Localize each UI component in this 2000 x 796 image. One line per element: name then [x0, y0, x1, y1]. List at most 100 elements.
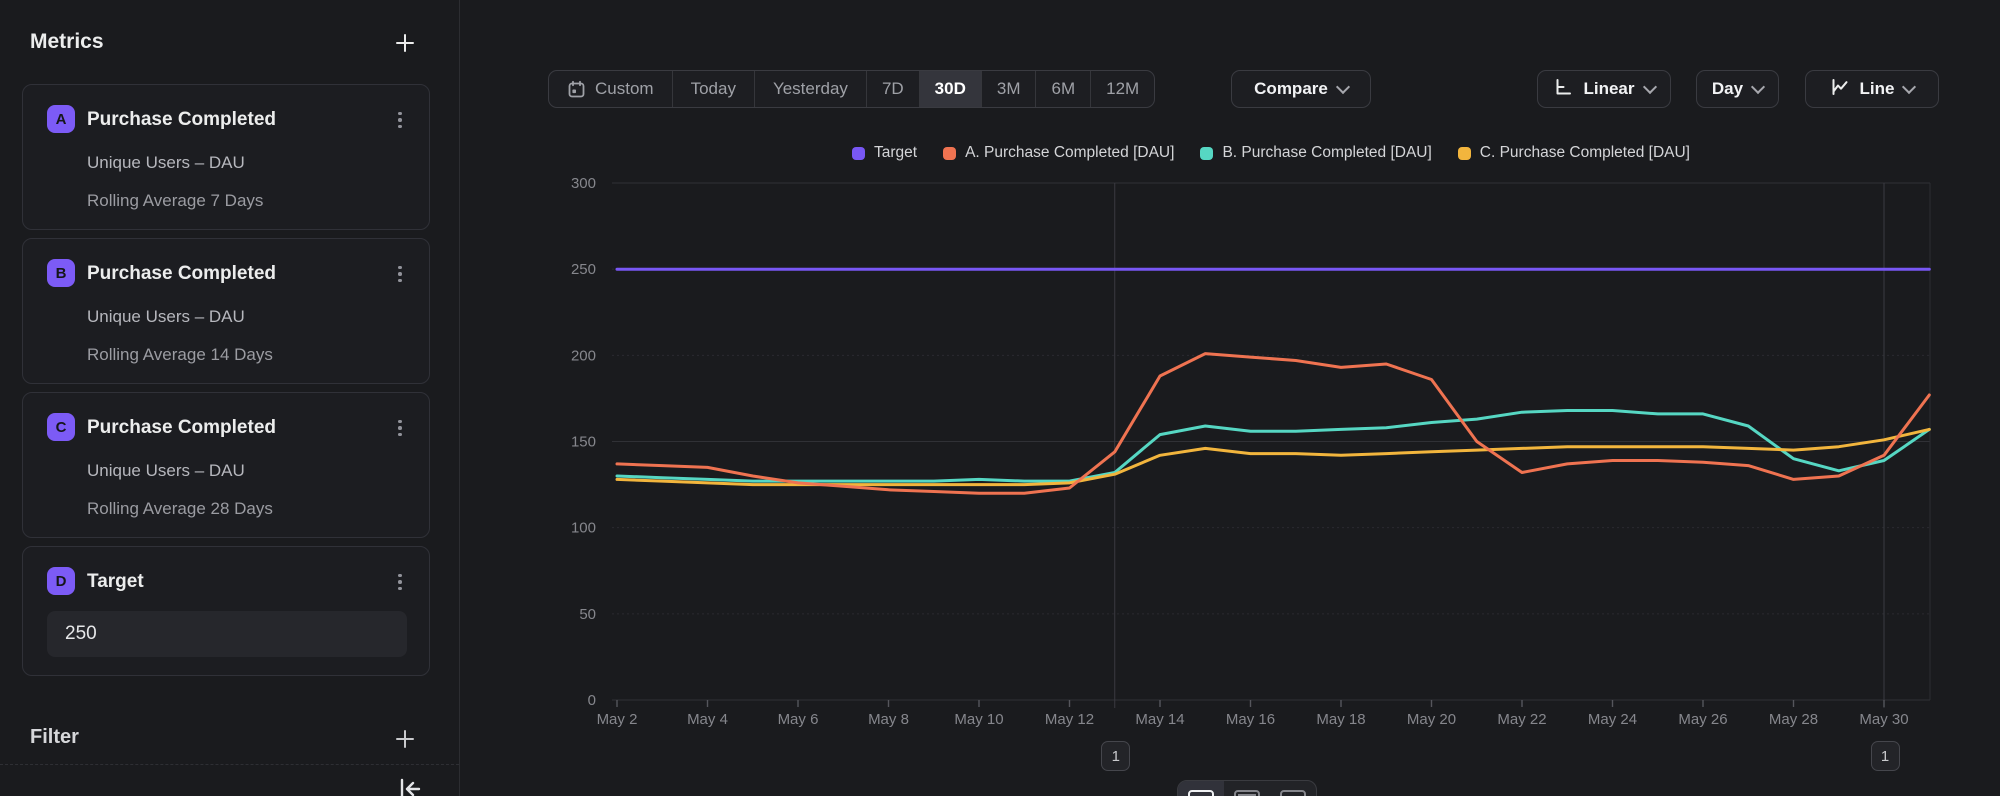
annotation-badge[interactable]: 1	[1871, 741, 1900, 771]
y-axis-tick-label: 200	[571, 347, 596, 364]
layout-option-table[interactable]	[1270, 781, 1316, 796]
date-range-label: Today	[691, 79, 736, 99]
layout-option-chart[interactable]	[1178, 781, 1224, 796]
metric-rolling-average: Rolling Average 7 Days	[87, 191, 263, 211]
x-axis-tick-label: May 28	[1769, 711, 1818, 728]
collapse-sidebar-button[interactable]	[394, 774, 428, 796]
kebab-menu-icon[interactable]	[389, 261, 411, 287]
x-axis-tick-label: May 14	[1135, 711, 1184, 728]
sidebar: Metrics APurchase CompletedUnique Users …	[0, 0, 460, 796]
compare-label: Compare	[1254, 79, 1328, 99]
metric-title: Purchase Completed	[87, 417, 276, 439]
y-axis-tick-label: 0	[588, 692, 596, 709]
interval-label: Day	[1712, 79, 1743, 99]
kebab-menu-icon[interactable]	[389, 107, 411, 133]
date-range-yesterday[interactable]: Yesterday	[754, 71, 866, 107]
metric-measure: Unique Users – DAU	[87, 461, 245, 481]
date-range-label: 7D	[882, 79, 904, 99]
date-range-segmented-control: Custom Today Yesterday 7D 30D 3M 6M 12M	[548, 70, 1155, 108]
calendar-icon	[567, 80, 586, 99]
layout-toggle-bar	[1177, 780, 1317, 796]
metric-card-c[interactable]: C Purchase Completed Unique Users – DAU Rol…	[22, 392, 430, 538]
date-range-today[interactable]: Today	[672, 71, 754, 107]
date-range-label: 3M	[997, 79, 1021, 99]
metric-measure: Unique Users – DAU	[87, 307, 245, 327]
date-range-label: Yesterday	[773, 79, 848, 99]
metric-card-a[interactable]: A Purchase Completed Unique Users – DAU Rol…	[22, 84, 430, 230]
metric-card-list: A Purchase Completed Unique Users – DAU Rol…	[0, 0, 459, 796]
kebab-menu-icon[interactable]	[389, 415, 411, 441]
app-root: Metrics APurchase CompletedUnique Users …	[0, 0, 2000, 796]
date-range-label: 6M	[1051, 79, 1075, 99]
annotation-badge[interactable]: 1	[1101, 741, 1130, 771]
compare-button[interactable]: Compare	[1231, 70, 1371, 108]
x-axis-tick-label: May 26	[1678, 711, 1727, 728]
chart-layout-icon	[1188, 790, 1214, 796]
metric-badge: D	[47, 567, 75, 595]
layout-option-split[interactable]	[1224, 781, 1270, 796]
date-range-30d[interactable]: 30D	[919, 71, 981, 107]
x-axis-tick-label: May 18	[1316, 711, 1365, 728]
x-axis-tick-label: May 4	[687, 711, 728, 728]
interval-select-button[interactable]: Day	[1696, 70, 1779, 108]
date-range-12m[interactable]: 12M	[1090, 71, 1154, 107]
metric-title: Purchase Completed	[87, 263, 276, 285]
metric-badge: A	[47, 105, 75, 133]
metric-badge: B	[47, 259, 75, 287]
plus-icon	[393, 727, 417, 751]
x-axis-tick-label: May 20	[1407, 711, 1456, 728]
date-range-3m[interactable]: 3M	[981, 71, 1036, 107]
line-chart-icon	[1830, 77, 1850, 102]
x-axis-tick-label: May 22	[1497, 711, 1546, 728]
chevron-down-icon	[1751, 79, 1765, 93]
metric-rolling-average: Rolling Average 14 Days	[87, 345, 273, 365]
date-range-label: Custom	[595, 79, 654, 99]
collapse-panel-icon	[394, 791, 424, 796]
series-line-c	[617, 429, 1929, 484]
scale-label: Linear	[1583, 79, 1634, 99]
scale-select-button[interactable]: Linear	[1537, 70, 1671, 108]
x-axis-tick-label: May 30	[1859, 711, 1908, 728]
metric-badge: C	[47, 413, 75, 441]
metric-rolling-average: Rolling Average 28 Days	[87, 499, 273, 519]
chart-area: TargetA. Purchase Completed [DAU]B. Purc…	[550, 130, 2000, 796]
table-layout-icon	[1280, 790, 1306, 796]
series-line-b	[617, 411, 1929, 482]
x-axis-tick-label: May 24	[1588, 711, 1637, 728]
metric-measure: Unique Users – DAU	[87, 153, 245, 173]
metric-title: Target	[87, 571, 144, 593]
sidebar-divider	[0, 764, 459, 765]
series-line-a	[617, 354, 1929, 494]
chart-type-button[interactable]: Line	[1805, 70, 1939, 108]
filter-header: Filter	[30, 726, 79, 749]
date-range-6m[interactable]: 6M	[1035, 71, 1090, 107]
y-axis-tick-label: 300	[571, 175, 596, 192]
y-axis-tick-label: 250	[571, 261, 596, 278]
chevron-down-icon	[1642, 79, 1656, 93]
chart-type-label: Line	[1860, 79, 1895, 99]
x-axis-tick-label: May 8	[868, 711, 909, 728]
x-axis-tick-label: May 6	[778, 711, 819, 728]
y-axis-tick-label: 150	[571, 434, 596, 451]
date-range-7d[interactable]: 7D	[866, 71, 919, 107]
chevron-down-icon	[1336, 79, 1350, 93]
target-card[interactable]: D Target 250	[22, 546, 430, 676]
x-axis-tick-label: May 2	[597, 711, 638, 728]
date-range-label: 12M	[1106, 79, 1139, 99]
kebab-menu-icon[interactable]	[389, 569, 411, 595]
metric-card-b[interactable]: B Purchase Completed Unique Users – DAU Rol…	[22, 238, 430, 384]
split-layout-icon	[1234, 790, 1260, 796]
y-axis-tick-label: 50	[579, 606, 596, 623]
x-axis-tick-label: May 10	[954, 711, 1003, 728]
metric-title: Purchase Completed	[87, 109, 276, 131]
date-range-label: 30D	[935, 79, 966, 99]
y-axis-tick-label: 100	[571, 520, 596, 537]
axis-scale-icon	[1553, 77, 1573, 102]
chevron-down-icon	[1902, 79, 1916, 93]
x-axis-tick-label: May 16	[1226, 711, 1275, 728]
line-chart-plot: 0 50 100 150 200 250 300 May 2 May 4 May 6 May 8 Ma…	[550, 130, 2000, 796]
x-axis-tick-label: May 12	[1045, 711, 1094, 728]
target-value-input[interactable]: 250	[47, 611, 407, 657]
add-filter-button[interactable]	[390, 724, 420, 754]
date-range-custom[interactable]: Custom	[549, 71, 672, 107]
